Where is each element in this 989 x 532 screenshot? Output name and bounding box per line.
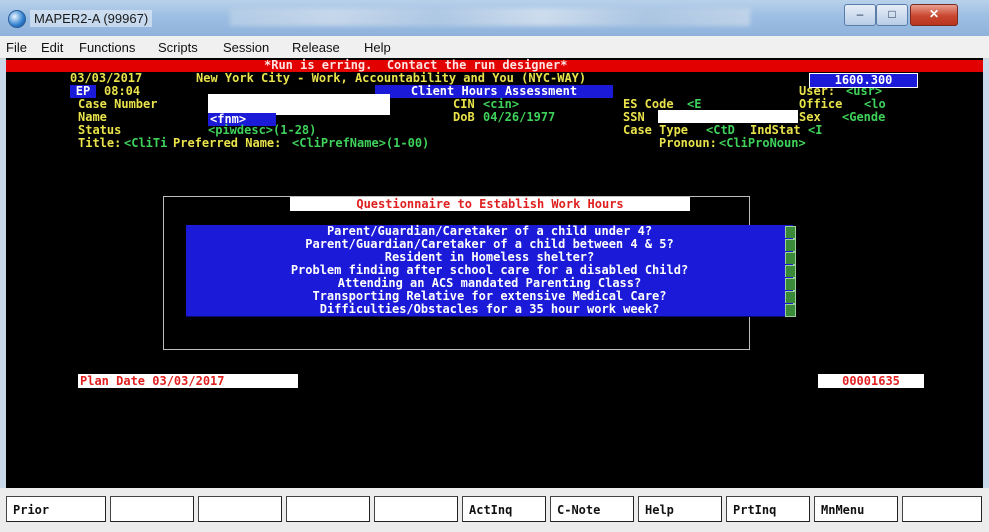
fkey-blank[interactable] <box>374 496 458 522</box>
fkey-mnmenu[interactable]: MnMenu <box>814 496 898 522</box>
preferred-name-label: Preferred Name: <box>173 136 282 150</box>
fkey-c-note[interactable]: C-Note <box>550 496 634 522</box>
menu-edit[interactable]: Edit <box>41 40 63 55</box>
maximize-button[interactable]: □ <box>876 4 908 26</box>
menu-scripts[interactable]: Scripts <box>158 40 198 55</box>
pronoun-value[interactable]: <CliProNoun> <box>719 137 806 150</box>
menu-help[interactable]: Help <box>364 40 391 55</box>
plan-date[interactable]: Plan Date 03/03/2017 <box>78 374 298 388</box>
indstat-value[interactable]: <I <box>808 124 822 137</box>
fkey-prtinq[interactable]: PrtInq <box>726 496 810 522</box>
fkey-help[interactable]: Help <box>638 496 722 522</box>
dob-label: DoB <box>453 110 475 124</box>
function-key-bar: Prior ActInq C-Note Help PrtInq MnMenu <box>0 488 989 532</box>
questionnaire-title: Questionnaire to Establish Work Hours <box>290 197 690 211</box>
title-value[interactable]: <CliTi <box>124 137 167 150</box>
fkey-blank[interactable] <box>286 496 370 522</box>
menu-bar: File Edit Functions Scripts Session Rele… <box>0 36 989 59</box>
question-checkbox[interactable] <box>785 304 796 317</box>
fkey-blank[interactable] <box>198 496 282 522</box>
menu-session[interactable]: Session <box>223 40 269 55</box>
sex-value[interactable]: <Gende <box>842 111 885 124</box>
fkey-blank[interactable] <box>902 496 982 522</box>
app-icon[interactable] <box>8 10 26 28</box>
titlebar-blur <box>230 8 750 26</box>
ssn-field[interactable] <box>658 110 798 123</box>
window-title: MAPER2-A (99967) <box>30 10 153 27</box>
plan-number[interactable]: 00001635 <box>818 374 924 388</box>
close-button[interactable]: ✕ <box>910 4 958 26</box>
question-row[interactable]: Difficulties/Obstacles for a 35 hour wor… <box>186 303 793 317</box>
pronoun-label: Pronoun: <box>659 136 717 150</box>
menu-file[interactable]: File <box>6 40 27 55</box>
minimize-button[interactable]: – <box>844 4 876 26</box>
menu-release[interactable]: Release <box>292 40 340 55</box>
window-titlebar[interactable]: MAPER2-A (99967) – □ ✕ <box>0 0 989 36</box>
title-label: Title: <box>78 136 122 150</box>
fkey-prior[interactable]: Prior <box>6 496 106 522</box>
fkey-actinq[interactable]: ActInq <box>462 496 546 522</box>
dob-value[interactable]: 04/26/1977 <box>483 111 555 124</box>
fkey-blank[interactable] <box>110 496 194 522</box>
terminal-screen[interactable]: *Run is erring. Contact the run designer… <box>6 58 983 488</box>
preferred-name-value[interactable]: <CliPrefName>(1-00) <box>292 137 429 150</box>
menu-functions[interactable]: Functions <box>79 40 135 55</box>
